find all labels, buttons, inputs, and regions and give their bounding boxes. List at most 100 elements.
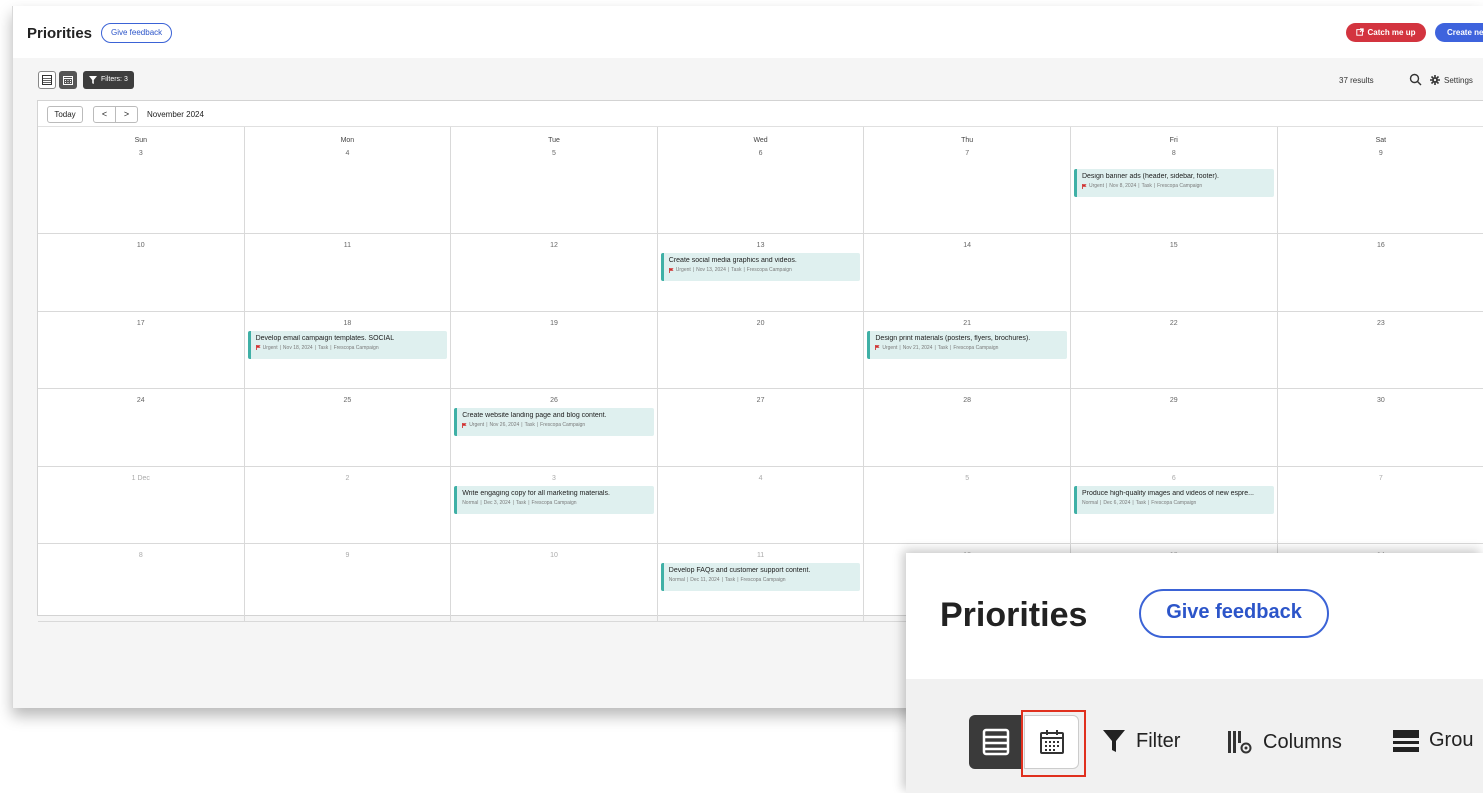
event-meta-separator: | [1147,499,1150,506]
calendar-day-cell[interactable]: 11 [245,234,452,311]
create-new-button[interactable]: Create new [1435,23,1483,42]
flag-icon [875,345,880,350]
day-number: 19 [550,319,558,327]
gear-icon [1430,75,1440,85]
calendar-view-icon [63,76,73,85]
day-number: 22 [1169,319,1178,327]
calendar-day-cell[interactable]: Wed 6 [658,127,865,233]
flag-icon [1081,183,1087,189]
event-card[interactable]: Create social media graphics and videos.… [660,253,861,281]
event-project: Frescopa Campaign [740,577,786,583]
list-view-button[interactable] [38,71,56,89]
calendar-day-cell[interactable]: 16 [1278,234,1483,311]
calendar-day-cell[interactable]: 7 [1278,467,1483,544]
day-number: 9 [345,552,350,559]
zoom-group-button[interactable]: Grou [1393,729,1473,752]
calendar-day-cell[interactable]: 20 [658,311,865,388]
event-card[interactable]: Design banner ads (header, sidebar, foot… [1073,169,1274,197]
calendar-day-cell[interactable]: 9 [245,544,452,621]
zoom-list-view-button[interactable] [969,715,1023,769]
calendar-day-cell[interactable]: 8 [38,544,245,621]
calendar-day-cell[interactable]: 6 Produce high-quality images and videos … [1071,466,1278,543]
calendar-day-cell[interactable]: Sun 3 [38,127,245,233]
event-type: Task [724,577,736,583]
day-number: 24 [136,397,145,404]
zoom-filter-button[interactable]: Filter [1102,729,1180,753]
next-month-button[interactable]: > [116,107,137,122]
calendar-day-cell[interactable]: 19 [451,311,658,388]
calendar-day-cell[interactable]: 13 Create social media graphics and video… [658,234,865,311]
prev-month-button[interactable]: < [94,107,116,122]
calendar-day-cell[interactable]: Sat 9 [1278,127,1483,233]
day-number: 23 [1376,319,1385,327]
calendar-day-cell[interactable]: 12 [451,234,658,311]
event-type: Task [1135,499,1146,506]
event-meta-separator: | [314,344,316,351]
calendar-day-cell[interactable]: 24 [38,389,245,466]
event-meta-separator: | [486,422,488,428]
month-label: November 2024 [147,110,204,119]
calendar-day-cell[interactable]: 4 [658,466,865,543]
calendar-week-row: 1 Dec 2 3 Write engaging copy for all marke… [38,466,1483,544]
event-meta-separator: | [536,422,539,428]
event-date: Nov 21, 2024 [902,344,933,351]
calendar-day-cell[interactable]: 15 [1071,234,1278,311]
calendar-day-cell[interactable]: 14 [864,234,1071,311]
calendar-day-cell[interactable]: 29 [1071,389,1278,466]
filters-button[interactable]: Filters: 3 [83,71,134,89]
settings-button[interactable]: Settings [1430,75,1473,85]
calendar-day-cell[interactable]: 27 [658,389,865,466]
calendar-day-cell[interactable]: 10 [451,544,658,621]
calendar-day-cell[interactable]: 2 [245,466,452,543]
calendar-day-cell[interactable]: Thu 7 [864,127,1071,233]
search-icon[interactable] [1409,73,1422,86]
calendar-day-cell[interactable]: 17 [38,311,245,388]
event-meta: Urgent | Nov 21, 2024 | Task | Frescopa Campai… [875,345,1067,351]
day-number: 12 [550,242,558,249]
event-priority: Urgent [882,344,898,351]
day-number: 13 [756,242,765,249]
calendar-day-cell[interactable]: 5 [864,466,1071,543]
event-priority: Urgent [469,422,485,428]
calendar-day-cell[interactable]: 18 Develop email campaign templates. SOCI… [245,311,452,388]
event-card[interactable]: Write engaging copy for all marketing ma… [454,485,654,514]
calendar-view-button[interactable] [59,71,77,89]
day-number: 6 [1171,474,1176,482]
event-card[interactable]: Develop email campaign templates. SOCIAL… [247,330,448,359]
calendar-day-cell[interactable]: 25 [245,389,452,466]
calendar-day-cell[interactable]: 28 [864,389,1071,466]
day-number: 5 [552,150,556,157]
today-button[interactable]: Today [47,106,83,123]
zoom-page-title: Priorities [940,596,1088,634]
event-card[interactable]: Develop FAQs and customer support conten… [660,563,861,591]
calendar-day-cell[interactable]: 10 [38,234,245,311]
calendar-day-cell[interactable]: 1 Dec [38,466,245,543]
calendar-day-cell[interactable]: 22 [1071,311,1278,388]
zoom-give-feedback-button[interactable]: Give feedback [1139,589,1329,638]
calendar-day-cell[interactable]: 26 Create website landing page and blog c… [451,389,658,466]
calendar-day-cell[interactable]: 11 Develop FAQs and customer support cont… [658,544,865,621]
give-feedback-button[interactable]: Give feedback [101,23,173,43]
calendar-day-cell[interactable]: Mon 4 [245,127,452,233]
event-meta-separator: | [727,267,730,273]
event-card[interactable]: Create website landing page and blog con… [454,408,654,436]
event-meta: Normal | Dec 6, 2024 | Task | Frescopa Campaig… [1082,500,1274,506]
day-number: 4 [345,150,350,157]
catch-me-up-button[interactable]: Catch me up [1346,23,1426,42]
calendar-day-cell[interactable]: Fri 8 Design banner ads (header, sidebar, … [1071,127,1278,233]
event-card[interactable]: Produce high-quality images and videos o… [1073,485,1274,514]
calendar-day-cell[interactable]: Tue 5 [451,127,658,233]
event-meta-separator: | [330,344,332,351]
event-card[interactable]: Design print materials (posters, flyers,… [867,330,1067,359]
zoom-columns-button[interactable]: Columns [1227,729,1342,755]
day-number: 15 [1169,242,1178,249]
calendar-day-cell[interactable]: 21 Design print materials (posters, flyer… [864,311,1071,388]
event-type: Task [524,422,535,428]
calendar-day-cell[interactable]: 23 [1278,312,1483,389]
flag-icon [462,422,467,428]
calendar-day-cell[interactable]: 3 Write engaging copy for all marketing m… [451,466,658,543]
event-priority: Urgent [1088,183,1104,189]
event-project: Frescopa Campaign [1157,183,1203,189]
list-view-icon [982,728,1010,756]
calendar-day-cell[interactable]: 30 [1278,389,1483,466]
